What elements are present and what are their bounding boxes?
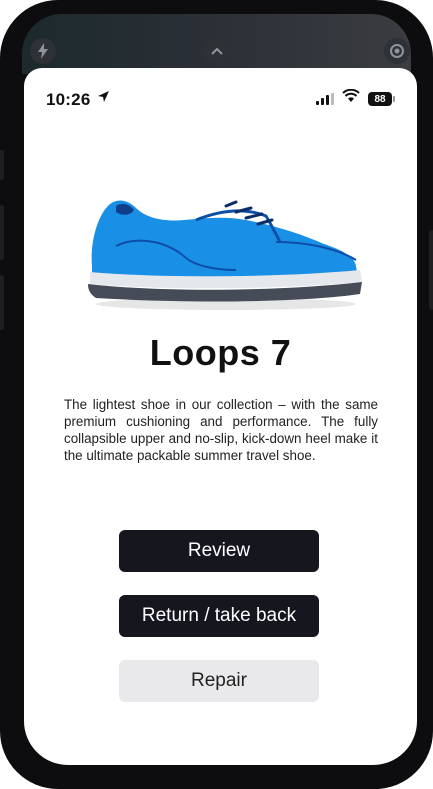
camera-icon [384, 38, 410, 64]
return-take-back-button[interactable]: Return / take back [119, 595, 319, 637]
phone-frame: 10:26 88 Loops 7 The lightest shoe in ou… [0, 0, 433, 789]
battery-tip [393, 96, 395, 102]
battery-indicator: 88 [368, 92, 392, 106]
location-arrow-icon [97, 89, 110, 107]
sneaker-image [88, 200, 362, 310]
repair-button[interactable]: Repair [119, 660, 319, 702]
wifi-icon [342, 88, 360, 107]
status-bar: 10:26 88 [24, 68, 417, 118]
side-button-power [429, 230, 433, 310]
product-title: Loops 7 [149, 332, 292, 373]
cellular-signal-icon [316, 93, 336, 105]
app-screen: 10:26 88 Loops 7 The lightest shoe in ou… [24, 68, 417, 765]
product-description: The lightest shoe in our collection – wi… [64, 397, 378, 463]
side-button-volume-down [0, 275, 4, 330]
flash-icon [30, 38, 56, 64]
side-button-volume-up [0, 205, 4, 260]
review-button[interactable]: Review [119, 530, 319, 572]
chevron-up-icon [204, 38, 230, 64]
status-time: 10:26 [46, 90, 91, 109]
side-button-mute [0, 150, 4, 180]
